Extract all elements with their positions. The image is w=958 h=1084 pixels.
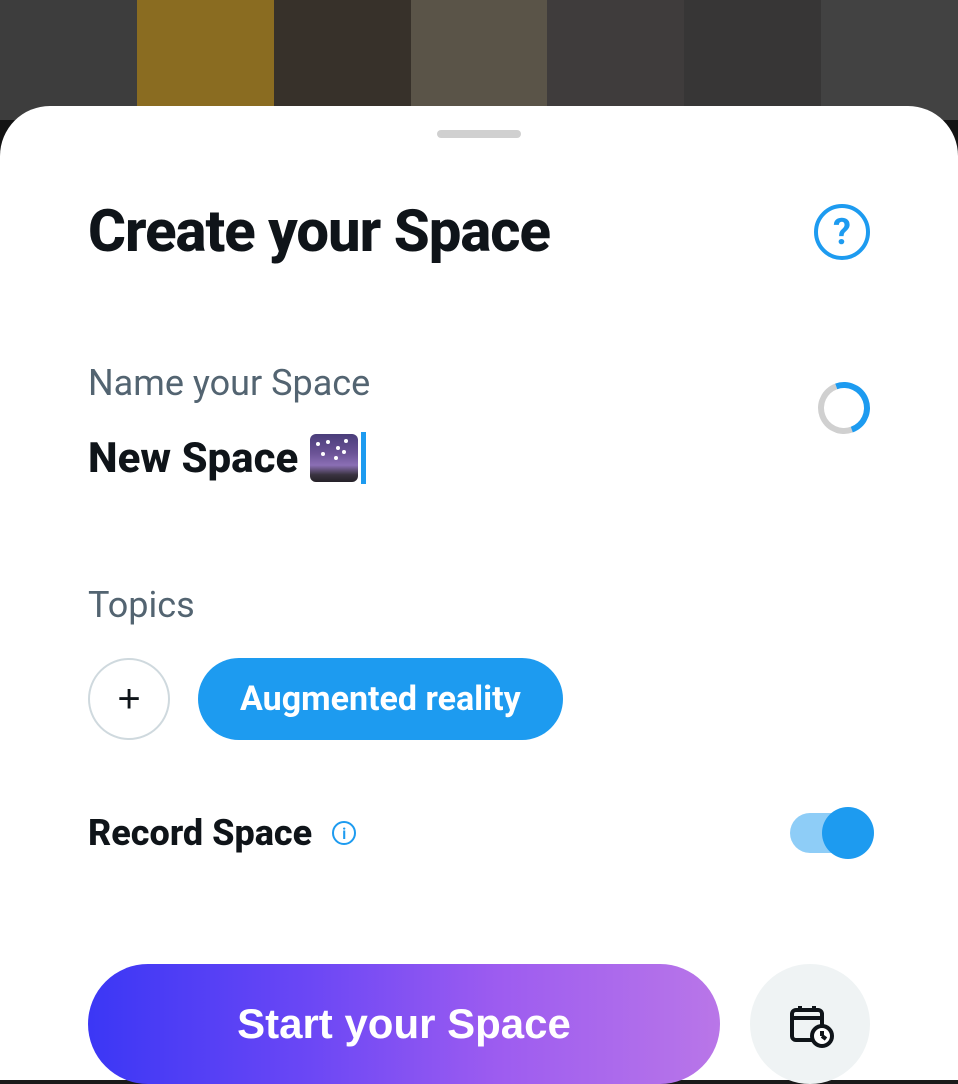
schedule-button[interactable] bbox=[750, 964, 870, 1084]
topics-label: Topics bbox=[88, 584, 870, 626]
start-space-button[interactable]: Start your Space bbox=[88, 964, 720, 1084]
text-cursor bbox=[361, 432, 366, 484]
info-icon[interactable]: i bbox=[332, 821, 356, 845]
create-space-sheet: Create your Space ? Name your Space New … bbox=[0, 106, 958, 1080]
calendar-clock-icon bbox=[786, 1000, 834, 1048]
milky-way-emoji-icon bbox=[310, 434, 358, 482]
page-title: Create your Space bbox=[88, 198, 550, 266]
sheet-drag-handle[interactable] bbox=[437, 130, 521, 138]
loading-spinner-icon bbox=[809, 373, 878, 442]
space-name-input[interactable]: New Space bbox=[88, 432, 818, 484]
help-icon[interactable]: ? bbox=[814, 204, 870, 260]
toggle-knob bbox=[822, 807, 874, 859]
space-name-value: New Space bbox=[88, 434, 298, 483]
topic-chip[interactable]: Augmented reality bbox=[198, 658, 563, 740]
topic-chip-label: Augmented reality bbox=[240, 679, 521, 719]
name-label: Name your Space bbox=[88, 362, 818, 404]
add-topic-button[interactable]: + bbox=[88, 658, 170, 740]
record-space-label: Record Space bbox=[88, 812, 312, 854]
record-space-toggle[interactable] bbox=[790, 813, 870, 853]
plus-icon: + bbox=[117, 677, 140, 722]
